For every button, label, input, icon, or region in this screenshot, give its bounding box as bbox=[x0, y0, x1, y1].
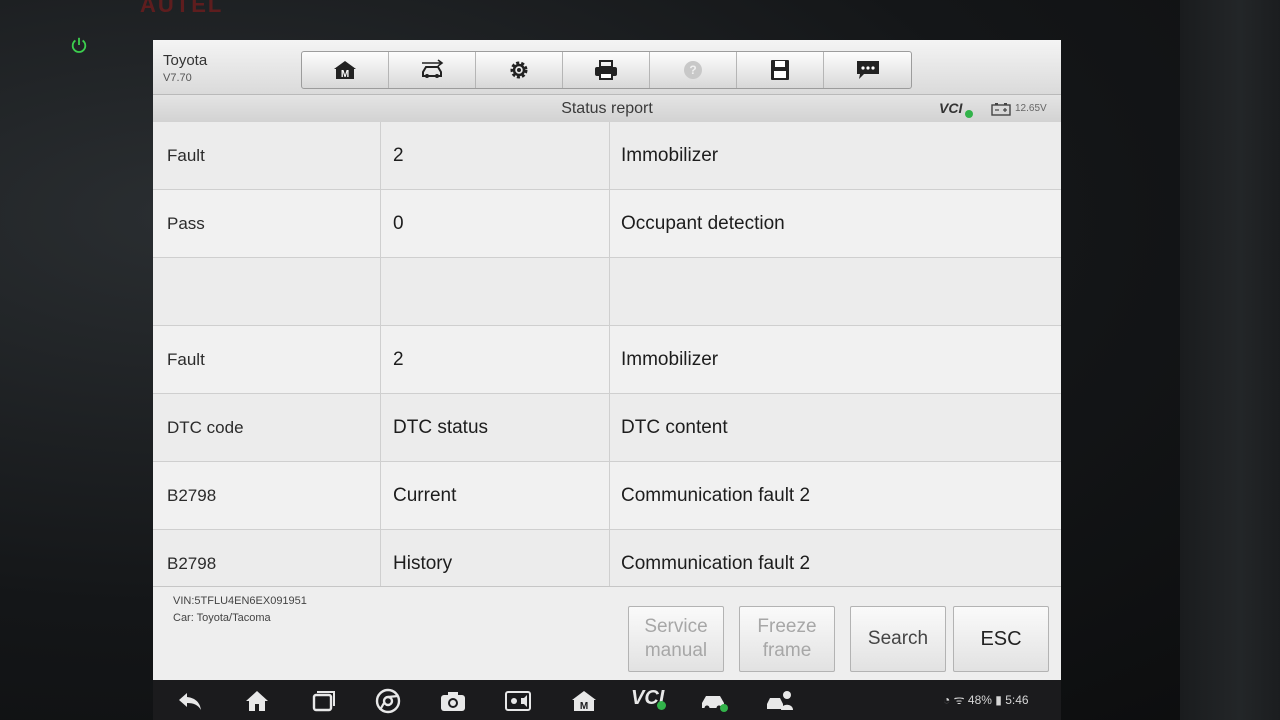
brightness-volume-icon[interactable] bbox=[503, 688, 533, 714]
power-icon[interactable] bbox=[70, 36, 88, 54]
column-header-dtc-code: DTC code bbox=[153, 394, 381, 461]
recent-apps-icon[interactable] bbox=[308, 688, 338, 714]
device-brand: AUTEL bbox=[140, 0, 224, 17]
svg-text:M: M bbox=[341, 69, 349, 80]
vehicle-swap-icon bbox=[422, 59, 444, 78]
service-manual-label-line1: Service bbox=[644, 616, 708, 637]
print-button[interactable] bbox=[563, 52, 650, 88]
vin-label: VIN:5TFLU4EN6EX091951 bbox=[173, 595, 307, 607]
toolbar: M ? bbox=[301, 51, 912, 89]
home-icon[interactable] bbox=[242, 688, 272, 714]
settings-button[interactable] bbox=[476, 52, 563, 88]
system-status: ◔ ᯤ 48% ▮ 5:46 bbox=[943, 691, 1029, 708]
freeze-frame-button[interactable]: Freeze frame bbox=[739, 606, 835, 672]
count-cell: 2 bbox=[381, 122, 610, 189]
home-icon: M bbox=[334, 61, 356, 80]
svg-text:?: ? bbox=[689, 63, 696, 77]
back-icon[interactable] bbox=[175, 688, 205, 714]
status-cell: Fault bbox=[153, 122, 381, 189]
message-icon bbox=[856, 61, 879, 79]
table-row bbox=[153, 258, 1061, 326]
vci-connected-icon bbox=[657, 701, 666, 710]
table-row[interactable]: Fault 2 Immobilizer bbox=[153, 122, 1061, 190]
wifi-icon: ◔ ᯤ bbox=[943, 693, 965, 707]
dtc-row[interactable]: B2798 Current Communication fault 2 bbox=[153, 462, 1061, 530]
save-button[interactable] bbox=[737, 52, 824, 88]
battery-icon: ▮ bbox=[995, 693, 1002, 707]
clock: 5:46 bbox=[1005, 693, 1029, 707]
vci-status-label: VCI bbox=[939, 100, 963, 116]
service-manual-label-line2: manual bbox=[644, 640, 708, 661]
battery-icon bbox=[991, 103, 1011, 116]
remote-expert-icon[interactable] bbox=[765, 688, 795, 714]
table-row[interactable]: Fault 2 Immobilizer bbox=[153, 326, 1061, 394]
top-bar: Toyota V7.70 M ? bbox=[153, 40, 1061, 95]
car-label: Car: Toyota/Tacoma bbox=[173, 612, 271, 624]
camera-icon[interactable] bbox=[438, 688, 468, 714]
svg-text:M: M bbox=[580, 701, 588, 712]
vehicle-status-icon[interactable] bbox=[699, 688, 729, 714]
empty-cell bbox=[610, 258, 1061, 325]
message-button[interactable] bbox=[824, 52, 911, 88]
dtc-header-row: DTC code DTC status DTC content bbox=[153, 394, 1061, 462]
device-bezel-right bbox=[1180, 0, 1280, 720]
vehicle-swap-button[interactable] bbox=[389, 52, 476, 88]
dtc-code-cell: B2798 bbox=[153, 462, 381, 529]
status-table: Fault 2 Immobilizer Pass 0 Occupant dete… bbox=[153, 122, 1061, 598]
empty-cell bbox=[381, 258, 610, 325]
android-nav-bar: M VCI ◔ ᯤ 48% ▮ 5:46 bbox=[153, 680, 1061, 720]
app-screen: Toyota V7.70 M ? Status report VCI 12.65… bbox=[153, 40, 1061, 680]
status-cell: Pass bbox=[153, 190, 381, 257]
help-icon: ? bbox=[684, 61, 702, 79]
help-button[interactable]: ? bbox=[650, 52, 737, 88]
count-cell: 0 bbox=[381, 190, 610, 257]
service-manual-button[interactable]: Service manual bbox=[628, 606, 724, 672]
title-bar: Status report VCI 12.65V bbox=[153, 95, 1061, 123]
system-cell: Occupant detection bbox=[621, 212, 785, 234]
maxisys-home-icon[interactable]: M bbox=[569, 688, 599, 714]
esc-button[interactable]: ESC bbox=[953, 606, 1049, 672]
print-icon bbox=[595, 60, 617, 80]
settings-icon bbox=[510, 61, 528, 79]
chrome-icon[interactable] bbox=[373, 688, 403, 714]
table-row[interactable]: Pass 0 Occupant detection bbox=[153, 190, 1061, 258]
app-name: Toyota bbox=[163, 52, 208, 69]
footer-bar: VIN:5TFLU4EN6EX091951 Car: Toyota/Tacoma… bbox=[153, 586, 1061, 680]
vci-connected-icon bbox=[965, 110, 973, 118]
freeze-frame-label-line2: frame bbox=[762, 640, 812, 661]
count-cell: 2 bbox=[381, 326, 610, 393]
system-cell: Immobilizer bbox=[621, 348, 719, 370]
search-button[interactable]: Search bbox=[850, 606, 946, 672]
freeze-frame-label-line1: Freeze bbox=[757, 616, 817, 637]
home-button[interactable]: M bbox=[302, 52, 389, 88]
battery-voltage: 12.65V bbox=[1015, 103, 1047, 114]
column-header-dtc-status: DTC status bbox=[381, 394, 610, 461]
system-cell: Immobilizer bbox=[621, 144, 719, 166]
dtc-status-cell: Current bbox=[381, 462, 610, 529]
empty-cell bbox=[153, 258, 381, 325]
status-cell: Fault bbox=[153, 326, 381, 393]
app-version: V7.70 bbox=[163, 72, 192, 84]
save-icon bbox=[771, 60, 789, 80]
column-header-dtc-content: DTC content bbox=[621, 416, 728, 438]
battery-percent: 48% bbox=[967, 693, 992, 707]
dtc-content-cell: Communication fault 2 bbox=[621, 484, 811, 506]
page-title: Status report bbox=[561, 100, 653, 117]
